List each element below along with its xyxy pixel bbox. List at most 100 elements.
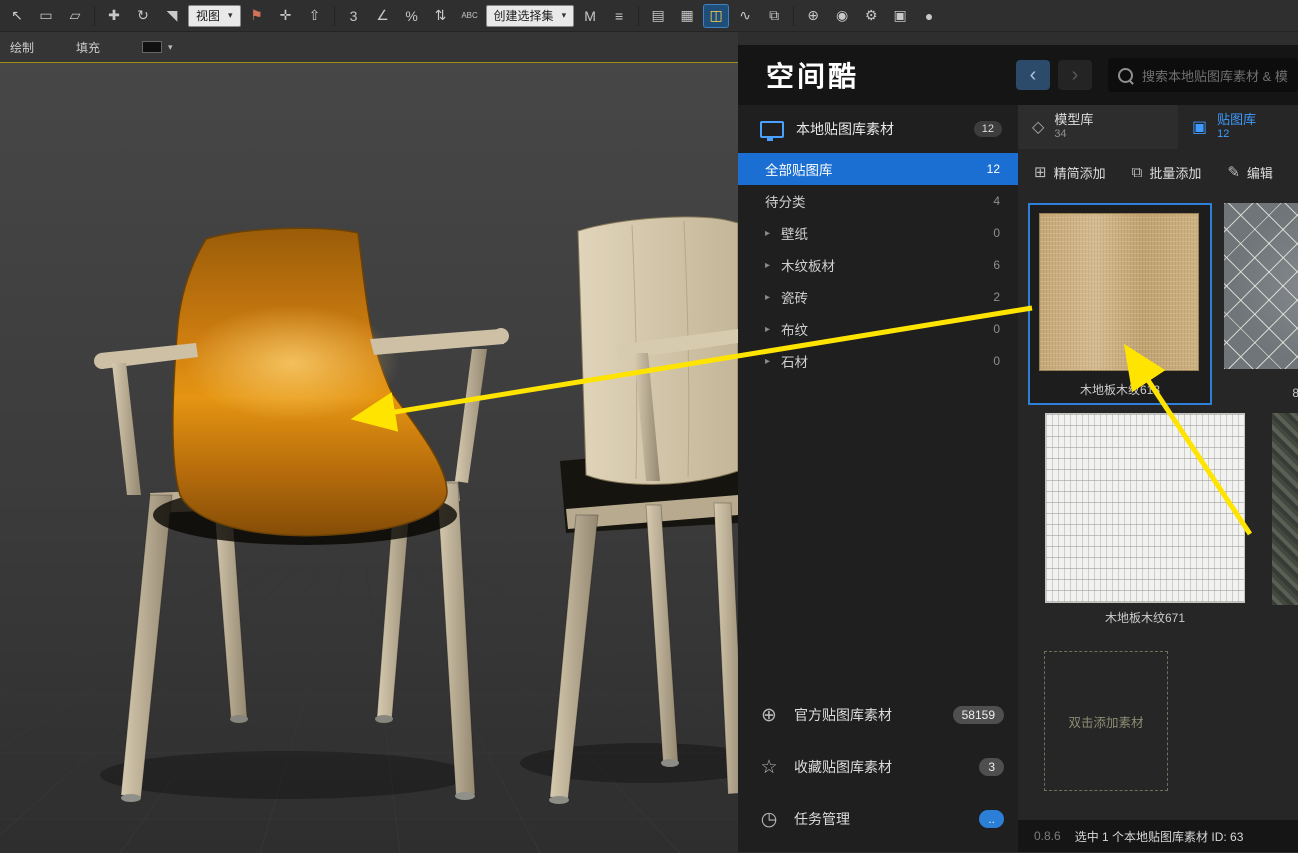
category-label: 布纹 <box>781 319 808 339</box>
caret-down-icon: ▾ <box>562 10 567 21</box>
category-label: 壁纸 <box>781 223 808 243</box>
fill-tab[interactable]: 填充 <box>76 39 100 56</box>
task-count-badge: .. <box>979 810 1004 828</box>
category-wallpaper[interactable]: ▸ 壁纸 0 <box>738 217 1018 249</box>
search-icon <box>1118 68 1133 83</box>
spinner-snap-icon[interactable]: ⇅ <box>428 4 454 28</box>
eject-icon[interactable]: ⇧ <box>302 4 328 28</box>
mirror-icon[interactable]: M <box>577 4 603 28</box>
viewport-scene <box>0 63 738 853</box>
texture-thumbnail[interactable]: 86273 <box>1224 203 1298 405</box>
image-add-icon: ⊞ <box>1034 163 1047 181</box>
paste-icon[interactable]: ▱ <box>62 4 88 28</box>
pin-icon[interactable]: ⚑ <box>244 4 270 28</box>
toolbar-separator <box>334 6 335 26</box>
forward-button[interactable]: › <box>1058 60 1092 90</box>
chevron-right-icon[interactable]: ▸ <box>765 292 781 303</box>
quick-add-button[interactable]: ⊞ 精简添加 <box>1034 163 1106 182</box>
render-icon[interactable]: ● <box>916 4 942 28</box>
official-library-item[interactable]: ⊕ 官方贴图库素材 58159 <box>738 693 1018 737</box>
texture-thumbnail-selected[interactable]: 木地板木纹613 <box>1028 203 1212 405</box>
wood-texture-image <box>1039 213 1199 371</box>
angle-snap-icon[interactable]: ∠ <box>370 4 396 28</box>
rotate-tool-icon[interactable]: ↻ <box>130 4 156 28</box>
category-all[interactable]: 全部贴图库 12 <box>738 153 1018 185</box>
caret-down-icon: ▾ <box>228 10 233 21</box>
category-wood-panel[interactable]: ▸ 木纹板材 6 <box>738 249 1018 281</box>
render-setup-icon[interactable]: ⚙ <box>858 4 884 28</box>
texture-name: 木地板木纹671 <box>1045 609 1245 626</box>
layer-manager-icon[interactable]: ▤ <box>645 4 671 28</box>
edit-label: 编辑 <box>1247 163 1273 182</box>
snap-toggle-icon[interactable]: 3 <box>341 4 367 28</box>
move-tool-icon[interactable]: ✚ <box>101 4 127 28</box>
scale-tool-icon[interactable]: ◥ <box>159 4 185 28</box>
category-label: 全部贴图库 <box>765 159 833 179</box>
panel-status-bar: 0.8.6 选中 1 个本地贴图库素材 ID: 63 <box>1018 820 1298 852</box>
category-stone[interactable]: ▸ 石材 0 <box>738 345 1018 377</box>
schematic-view-icon[interactable]: ⧉ <box>761 4 787 28</box>
add-cross-icon[interactable]: ✛ <box>273 4 299 28</box>
rectangular-selection-icon[interactable]: ▭ <box>33 4 59 28</box>
library-content: ◇ 模型库 34 ▣ 贴图库 12 ⊞ 精简添加 ⧉ 批量添加 <box>1018 105 1298 852</box>
texture-thumbnail[interactable] <box>1272 413 1298 613</box>
selection-set-dropdown-label: 创建选择集 <box>494 7 554 24</box>
star-icon: ☆ <box>758 756 780 779</box>
curve-editor-icon[interactable]: ∿ <box>732 4 758 28</box>
chevron-right-icon[interactable]: ▸ <box>765 356 781 367</box>
white-tile-texture-image <box>1045 413 1245 603</box>
color-swatch[interactable] <box>142 41 162 53</box>
select-tool-icon[interactable]: ↖ <box>4 4 30 28</box>
selection-set-dropdown[interactable]: 创建选择集 ▾ <box>486 5 575 27</box>
tile-texture-image <box>1224 203 1298 369</box>
view-dropdown[interactable]: 视图 ▾ <box>188 5 241 27</box>
version-label: 0.8.6 <box>1034 829 1061 843</box>
keyboard-shortcut-icon[interactable]: ABC <box>457 4 483 28</box>
material-library-panel: 空间酷 ‹ › 搜索本地贴图库素材 & 模 本地贴图库素材 12 全部贴图库 1… <box>738 45 1298 852</box>
back-button[interactable]: ‹ <box>1016 60 1050 90</box>
chevron-right-icon[interactable]: ▸ <box>765 324 781 335</box>
batch-add-button[interactable]: ⧉ 批量添加 <box>1132 163 1202 182</box>
category-tile[interactable]: ▸ 瓷砖 2 <box>738 281 1018 313</box>
task-manager-item[interactable]: ◷ 任务管理 .. <box>738 797 1018 841</box>
search-placeholder: 搜索本地贴图库素材 & 模 <box>1142 66 1288 85</box>
favorites-library-item[interactable]: ☆ 收藏贴图库素材 3 <box>738 745 1018 789</box>
dropzone-hint: 双击添加素材 <box>1068 712 1143 731</box>
monitor-icon <box>760 121 784 138</box>
batch-add-label: 批量添加 <box>1149 163 1201 182</box>
quick-add-label: 精简添加 <box>1054 163 1106 182</box>
caret-down-icon[interactable]: ▾ <box>168 42 173 53</box>
category-uncategorized[interactable]: 待分类 4 <box>738 185 1018 217</box>
render-globe-icon[interactable]: ⊕ <box>800 4 826 28</box>
texture-name: 木地板木纹613 <box>1030 381 1210 398</box>
add-material-dropzone[interactable]: 双击添加素材 <box>1044 651 1168 791</box>
percent-snap-icon[interactable]: % <box>399 4 425 28</box>
ribbon-icon[interactable]: ▦ <box>674 4 700 28</box>
draw-tab[interactable]: 绘制 <box>10 39 34 56</box>
tab-texture-library[interactable]: ▣ 贴图库 12 <box>1178 105 1298 149</box>
texture-thumbnail[interactable]: 木地板木纹671 <box>1045 413 1245 631</box>
3d-viewport[interactable] <box>0 62 738 852</box>
align-icon[interactable]: ≡ <box>606 4 632 28</box>
search-input[interactable]: 搜索本地贴图库素材 & 模 <box>1108 58 1298 92</box>
chevron-right-icon[interactable]: ▸ <box>765 260 781 271</box>
herringbone-texture-image <box>1272 413 1298 605</box>
edit-button[interactable]: ✎ 编辑 <box>1227 163 1273 182</box>
tab-model-library[interactable]: ◇ 模型库 34 <box>1018 105 1178 149</box>
category-fabric[interactable]: ▸ 布纹 0 <box>738 313 1018 345</box>
material-editor-icon[interactable]: ◉ <box>829 4 855 28</box>
chevron-right-icon[interactable]: ▸ <box>765 228 781 239</box>
rendered-frame-icon[interactable]: ▣ <box>887 4 913 28</box>
plugin-window-icon[interactable]: ◫ <box>703 4 729 28</box>
library-tabs: ◇ 模型库 34 ▣ 贴图库 12 <box>1018 105 1298 149</box>
app-root: { "toolbar": { "view_dropdown": "视图", "s… <box>0 0 1298 852</box>
stack-icon: ⧉ <box>1132 164 1143 181</box>
official-library-count-badge: 58159 <box>953 706 1004 724</box>
toolbar-separator <box>638 6 639 26</box>
tab-label: 模型库 <box>1054 113 1093 128</box>
clock-icon: ◷ <box>758 808 780 831</box>
texture-name: 86273 <box>1224 386 1298 400</box>
local-library-label: 本地贴图库素材 <box>796 119 894 139</box>
toolbar-separator <box>793 6 794 26</box>
local-library-header[interactable]: 本地贴图库素材 12 <box>738 105 1018 153</box>
